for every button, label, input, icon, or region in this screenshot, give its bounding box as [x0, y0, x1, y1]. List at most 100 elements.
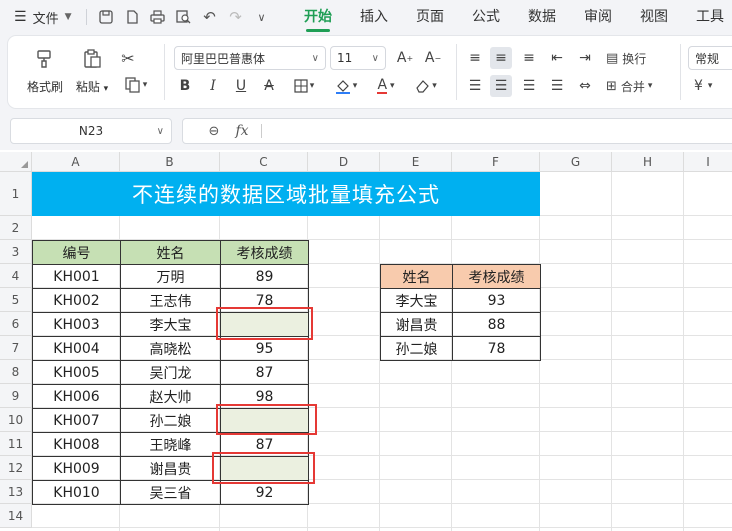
row-header-14[interactable]: 14 — [0, 504, 32, 528]
column-header-e[interactable]: E — [380, 152, 452, 172]
row-header-12[interactable]: 12 — [0, 456, 32, 480]
lookup-cell[interactable]: 93 — [452, 288, 541, 313]
print-icon[interactable] — [145, 0, 171, 34]
lookup-cell[interactable]: 孙二娘 — [380, 336, 453, 361]
tab-data[interactable]: 数据 — [528, 0, 556, 34]
align-left-icon[interactable]: ☰ — [464, 75, 486, 97]
table-cell[interactable]: KH003 — [32, 312, 121, 337]
distribute-icon[interactable]: ⇔ — [574, 75, 596, 97]
column-header-f[interactable]: F — [452, 152, 540, 172]
header-cell-id[interactable]: 编号 — [32, 240, 121, 265]
spreadsheet-grid[interactable]: A B C D E F G H I 1 2 3 4 5 6 7 8 9 10 1… — [0, 152, 732, 531]
merge-button[interactable]: ⊞ 合并 ▾ — [606, 75, 652, 97]
fill-color-icon[interactable]: ▾ — [330, 75, 362, 97]
table-cell[interactable]: 87 — [220, 360, 309, 385]
fx-icon[interactable]: fx — [231, 123, 253, 139]
column-header-a[interactable]: A — [32, 152, 120, 172]
increase-font-icon[interactable]: A + — [394, 47, 416, 69]
align-bottom-icon[interactable]: ≡ — [518, 47, 540, 69]
font-name-select[interactable]: 阿里巴巴普惠体 ∨ — [174, 46, 326, 70]
select-all-corner[interactable] — [0, 152, 32, 172]
lookup-cell[interactable]: 李大宝 — [380, 288, 453, 313]
currency-button[interactable]: ¥ ▾ — [694, 75, 712, 97]
row-header-6[interactable]: 6 — [0, 312, 32, 336]
align-right-icon[interactable]: ☰ — [518, 75, 540, 97]
align-middle-icon[interactable]: ≡ — [490, 47, 512, 69]
print-preview-icon[interactable] — [171, 0, 197, 34]
scissors-icon[interactable]: ✂ — [117, 47, 139, 69]
table-cell[interactable]: 高晓松 — [120, 336, 221, 361]
name-box[interactable]: N23 ∨ — [10, 118, 172, 144]
column-header-c[interactable]: C — [220, 152, 308, 172]
row-header-3[interactable]: 3 — [0, 240, 32, 264]
file-menu[interactable]: ☰ 文件 ▼ — [14, 0, 72, 34]
column-header-h[interactable]: H — [612, 152, 684, 172]
wrap-text-button[interactable]: ▤ 换行 — [606, 47, 646, 69]
lookup-header-name[interactable]: 姓名 — [380, 264, 453, 289]
lookup-cell[interactable]: 78 — [452, 336, 541, 361]
table-cell[interactable]: 王晓峰 — [120, 432, 221, 457]
save-icon[interactable] — [93, 0, 119, 34]
strikethrough-icon[interactable]: A — [258, 75, 280, 97]
indent-icon[interactable]: ⇥ — [574, 47, 596, 69]
table-cell[interactable]: KH007 — [32, 408, 121, 433]
bold-icon[interactable]: B — [174, 75, 196, 97]
table-cell[interactable]: 谢昌贵 — [120, 456, 221, 481]
outdent-icon[interactable]: ⇤ — [546, 47, 568, 69]
table-cell[interactable]: 李大宝 — [120, 312, 221, 337]
table-cell[interactable]: 万明 — [120, 264, 221, 289]
row-header-2[interactable]: 2 — [0, 216, 32, 240]
zoom-icon[interactable]: ⊖ — [203, 124, 225, 139]
redo-icon[interactable]: ↷ — [223, 0, 249, 34]
table-cell[interactable]: KH006 — [32, 384, 121, 409]
table-cell[interactable]: 赵大帅 — [120, 384, 221, 409]
table-cell[interactable]: 吴三省 — [120, 480, 221, 505]
format-painter-button[interactable]: 格式刷 — [22, 44, 68, 100]
header-cell-score[interactable]: 考核成绩 — [220, 240, 309, 265]
more-chevron-icon[interactable]: ∨ — [249, 0, 275, 34]
header-cell-name[interactable]: 姓名 — [120, 240, 221, 265]
copy-icon[interactable]: ▾ — [122, 74, 150, 96]
align-center-icon[interactable]: ☰ — [490, 75, 512, 97]
table-cell[interactable]: KH008 — [32, 432, 121, 457]
undo-icon[interactable]: ↶ — [197, 0, 223, 34]
row-header-7[interactable]: 7 — [0, 336, 32, 360]
italic-icon[interactable]: I — [202, 75, 224, 97]
table-cell[interactable]: KH009 — [32, 456, 121, 481]
column-header-i[interactable]: I — [684, 152, 732, 172]
column-header-g[interactable]: G — [540, 152, 612, 172]
clear-format-icon[interactable]: ▾ — [410, 75, 442, 97]
tab-view[interactable]: 视图 — [640, 0, 668, 34]
tab-page[interactable]: 页面 — [416, 0, 444, 34]
justify-icon[interactable]: ☰ — [546, 75, 568, 97]
export-icon[interactable] — [119, 0, 145, 34]
border-icon[interactable]: ▾ — [288, 75, 320, 97]
table-cell[interactable]: KH001 — [32, 264, 121, 289]
paste-button[interactable]: 粘贴 ▾ — [72, 44, 112, 100]
table-cell[interactable]: KH010 — [32, 480, 121, 505]
number-format-select[interactable]: 常规 — [688, 46, 732, 70]
lookup-header-score[interactable]: 考核成绩 — [452, 264, 541, 289]
row-header-1[interactable]: 1 — [0, 172, 32, 216]
table-cell[interactable]: 吴门龙 — [120, 360, 221, 385]
table-cell[interactable]: KH002 — [32, 288, 121, 313]
row-header-5[interactable]: 5 — [0, 288, 32, 312]
column-header-b[interactable]: B — [120, 152, 220, 172]
table-cell[interactable]: KH004 — [32, 336, 121, 361]
tab-insert[interactable]: 插入 — [360, 0, 388, 34]
lookup-cell[interactable]: 88 — [452, 312, 541, 337]
font-color-icon[interactable]: A ▾ — [370, 75, 402, 97]
row-header-9[interactable]: 9 — [0, 384, 32, 408]
column-header-d[interactable]: D — [308, 152, 380, 172]
table-cell[interactable]: 王志伟 — [120, 288, 221, 313]
decrease-font-icon[interactable]: A − — [422, 47, 444, 69]
formula-input[interactable]: ⊖ fx — [182, 118, 732, 144]
table-cell[interactable]: 孙二娘 — [120, 408, 221, 433]
tab-formula[interactable]: 公式 — [472, 0, 500, 34]
row-header-8[interactable]: 8 — [0, 360, 32, 384]
sheet-title[interactable]: 不连续的数据区域批量填充公式 — [32, 172, 540, 216]
table-cell[interactable]: KH005 — [32, 360, 121, 385]
row-header-4[interactable]: 4 — [0, 264, 32, 288]
row-header-13[interactable]: 13 — [0, 480, 32, 504]
align-top-icon[interactable]: ≡ — [464, 47, 486, 69]
